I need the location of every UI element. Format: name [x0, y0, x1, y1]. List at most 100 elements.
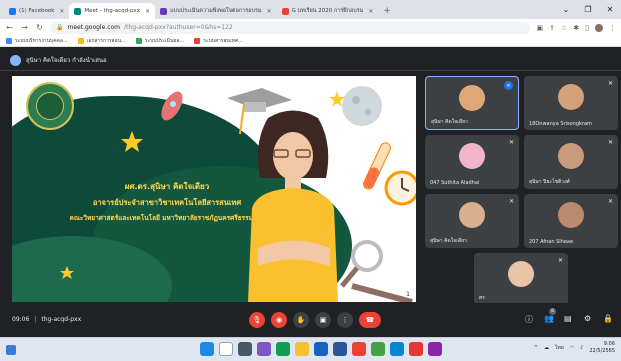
- app-icon[interactable]: [409, 342, 423, 356]
- presentation-stage: ผศ.ดร.สุนิษา คิดใจเดียว อาจารย์ประจำสาขา…: [12, 76, 416, 302]
- participant-avatar: [459, 85, 485, 111]
- more-options-button[interactable]: ⋮: [337, 312, 353, 328]
- clock-time: 9:06: [603, 341, 615, 347]
- participant-avatar: [459, 143, 485, 169]
- wifi-icon[interactable]: ◠: [570, 345, 574, 351]
- address-bar-row: ← → ↻ 🔒 meet.google.com/thg-acqd-pxx?aut…: [0, 19, 621, 36]
- meet-controls-bar: 09:06 | thg-acqd-pxx 🎙 ◉ ✋ ▣ ⋮ ☎ ⓘ 👥 8 ▤…: [0, 303, 621, 337]
- back-icon[interactable]: ←: [5, 23, 14, 32]
- participant-tile[interactable]: ✕ สุนิษา คิดใจเดียว: [425, 194, 519, 248]
- start-icon[interactable]: [200, 342, 214, 356]
- bookmark-item[interactable]: ระบบสารสนเทศ...: [194, 37, 243, 45]
- browser-tab-facebook[interactable]: (1) Facebook ✕: [4, 3, 69, 19]
- browser-tab-forms[interactable]: แบบประเมินความพึงพอใจต่อการอบรม ✕: [155, 3, 276, 19]
- participant-tile[interactable]: ✕ 047 Suthita Aladhai: [425, 135, 519, 189]
- raise-hand-button[interactable]: ✋: [293, 312, 309, 328]
- extensions-icon[interactable]: ✱: [573, 24, 579, 32]
- participant-tile[interactable]: ✕ สุนิษา ปิยะโชติวงศ์: [524, 135, 618, 189]
- forms-icon: [160, 7, 168, 15]
- browser-tab-google[interactable]: G บทเรียน 2020 การฝึกอบรม ✕: [277, 3, 379, 19]
- tray-overflow-icon[interactable]: ^: [534, 345, 538, 351]
- sidebar-icon[interactable]: ▯: [585, 24, 589, 32]
- word-icon[interactable]: [333, 342, 347, 356]
- participant-avatar: [558, 143, 584, 169]
- meeting-code: thg-acqd-pxx: [41, 316, 82, 323]
- url-input[interactable]: 🔒 meet.google.com/thg-acqd-pxx?authuser=…: [50, 21, 531, 34]
- profile-avatar[interactable]: [595, 23, 603, 32]
- chrome-icon[interactable]: [352, 342, 366, 356]
- clock[interactable]: 9:06 22/5/2565: [589, 341, 615, 355]
- bookmark-icon: [194, 38, 201, 44]
- activities-icon[interactable]: ⚙: [584, 314, 591, 323]
- reload-icon[interactable]: ↻: [35, 23, 44, 32]
- end-call-button[interactable]: ☎: [359, 312, 381, 328]
- participant-tile[interactable]: ✕ 18Onwanya Srisongkram: [524, 76, 618, 130]
- clock-icon: [384, 170, 416, 206]
- lock-icon: 🔒: [56, 24, 64, 31]
- file-explorer-icon[interactable]: [295, 342, 309, 356]
- camera-indicator-icon[interactable]: ▣: [536, 24, 543, 32]
- bookmarks-bar: ระบบบริหารงานบุคคล... เอกสารการสอน... ระ…: [0, 36, 621, 47]
- new-tab-button[interactable]: +: [378, 3, 396, 19]
- close-tab-icon[interactable]: ✕: [267, 8, 272, 15]
- app-icon[interactable]: [371, 342, 385, 356]
- tab-label: Meet - thg-acqd-pxx: [84, 8, 141, 14]
- task-view-icon[interactable]: [238, 342, 252, 356]
- bookmark-icon: [6, 38, 12, 44]
- people-icon[interactable]: 👥: [544, 314, 554, 323]
- participant-tile[interactable]: ≡ สุนิษา คิดใจเดียว: [425, 76, 519, 130]
- browser-tab-strip: (1) Facebook ✕ Meet - thg-acqd-pxx ✕ แบบ…: [0, 0, 621, 19]
- bookmark-item[interactable]: เอกสารการสอน...: [77, 37, 126, 45]
- onedrive-icon[interactable]: ☁: [544, 345, 549, 351]
- participant-name: สุนิษา คิดใจเดียว: [430, 238, 467, 244]
- widgets-icon[interactable]: [6, 345, 16, 355]
- minimize-button[interactable]: ⌄: [555, 0, 577, 19]
- host-controls-icon[interactable]: 🔒: [603, 314, 613, 323]
- bookmark-icon: [135, 38, 142, 44]
- camera-toggle-button[interactable]: ◉: [271, 312, 287, 328]
- presenter-label: สุนิษา คิดใจเดียว กำลังนำเสนอ: [26, 57, 107, 64]
- google-icon: [281, 7, 289, 15]
- restore-button[interactable]: ❐: [577, 0, 599, 19]
- info-icon[interactable]: ⓘ: [525, 314, 533, 325]
- slide-page-number: 1: [406, 291, 410, 298]
- participant-name: ศร: [479, 295, 485, 301]
- browser-tab-meet[interactable]: Meet - thg-acqd-pxx ✕: [69, 3, 156, 19]
- bookmark-item[interactable]: ระบบบริหารงานบุคคล...: [6, 37, 68, 45]
- language-indicator[interactable]: ไทย: [555, 344, 564, 352]
- chat-icon[interactable]: ▤: [564, 314, 572, 323]
- participant-avatar: [558, 202, 584, 228]
- mic-toggle-button[interactable]: 🎙: [249, 312, 265, 328]
- participant-tile[interactable]: ✕ 207 Afnan Siheae: [524, 194, 618, 248]
- volume-icon[interactable]: ♪: [580, 345, 583, 351]
- app-icon[interactable]: [390, 342, 404, 356]
- app-icon[interactable]: [428, 342, 442, 356]
- forward-icon[interactable]: →: [20, 23, 29, 32]
- divider: [0, 70, 621, 71]
- bookmark-label: เอกสารการสอน...: [86, 38, 126, 44]
- search-icon[interactable]: [219, 342, 233, 356]
- presenter-chip[interactable]: สุนิษา คิดใจเดียว กำลังนำเสนอ: [10, 53, 107, 67]
- mic-muted-icon: ✕: [607, 198, 613, 205]
- participant-avatar: [558, 84, 584, 110]
- mic-muted-icon: ✕: [557, 257, 563, 264]
- separator: |: [34, 316, 37, 323]
- bookmark-star-icon[interactable]: ☆: [561, 24, 567, 32]
- close-tab-icon[interactable]: ✕: [59, 8, 64, 15]
- close-window-button[interactable]: ✕: [599, 0, 621, 19]
- close-tab-icon[interactable]: ✕: [145, 8, 150, 15]
- meet-icon: [74, 7, 82, 15]
- menu-icon[interactable]: ⋮: [609, 24, 616, 32]
- edge-icon[interactable]: [276, 342, 290, 356]
- chat-app-icon[interactable]: [257, 342, 271, 356]
- mic-muted-icon: ✕: [508, 198, 514, 205]
- bookmark-item[interactable]: ระบบประเมินผล...: [135, 37, 185, 45]
- bookmark-label: ระบบประเมินผล...: [144, 38, 185, 44]
- present-button[interactable]: ▣: [315, 312, 331, 328]
- store-icon[interactable]: [314, 342, 328, 356]
- meet-area: สุนิษา คิดใจเดียว กำลังนำเสนอ ผศ.ดร.สุนิ…: [0, 47, 621, 337]
- participant-name: สุนิษา คิดใจเดียว: [431, 119, 468, 125]
- participant-tile[interactable]: ✕ ศร: [474, 253, 568, 305]
- share-icon[interactable]: ⇪: [549, 24, 555, 32]
- close-tab-icon[interactable]: ✕: [368, 8, 373, 15]
